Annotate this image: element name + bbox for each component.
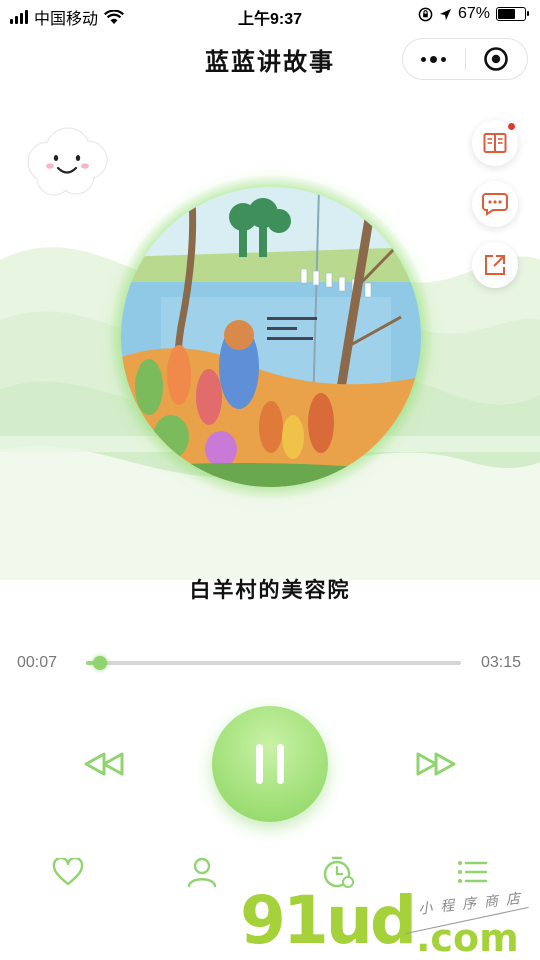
current-time: 00:07 (17, 654, 58, 671)
watermark-domain: .com (416, 916, 519, 960)
watermark-logo: 91ud (240, 882, 417, 959)
comment-icon (482, 193, 508, 216)
more-button[interactable] (403, 39, 465, 79)
comment-button[interactable] (472, 181, 518, 227)
location-icon (439, 8, 452, 20)
close-miniprogram-button[interactable] (466, 39, 528, 79)
heart-icon (52, 858, 84, 886)
rewind-button[interactable] (80, 746, 130, 782)
progress-knob[interactable] (92, 656, 107, 670)
user-icon (187, 857, 217, 888)
status-right: 67% (418, 5, 529, 23)
fast-forward-icon (416, 752, 456, 776)
total-time: 03:15 (480, 654, 521, 671)
playlist-icon (458, 861, 488, 883)
story-book-button[interactable] (472, 120, 518, 166)
status-bar: 中国移动 上午9:37 67% (0, 0, 540, 30)
story-cover-image (121, 187, 421, 487)
progress-slider[interactable] (86, 656, 461, 670)
rewind-icon (84, 752, 124, 776)
battery-percent: 67% (457, 5, 490, 22)
watermark-tagline: 小程序商店 (417, 889, 529, 917)
orientation-lock-icon (418, 7, 433, 21)
more-dots-icon (421, 55, 447, 63)
favorite-button[interactable] (48, 852, 88, 892)
battery-icon (496, 7, 529, 21)
story-title: 白羊村的美容院 (189, 579, 351, 602)
share-icon (485, 255, 505, 275)
fast-forward-button[interactable] (410, 746, 460, 782)
book-icon (483, 133, 507, 153)
playlist-button[interactable] (452, 852, 492, 892)
share-button[interactable] (472, 242, 518, 288)
pause-button[interactable] (212, 706, 328, 822)
close-miniprogram-icon (484, 47, 509, 71)
miniprogram-capsule (402, 38, 528, 80)
profile-button[interactable] (182, 852, 222, 892)
pause-icon (256, 744, 263, 784)
notification-badge (508, 123, 515, 130)
cloud-mascot-icon (27, 127, 108, 196)
